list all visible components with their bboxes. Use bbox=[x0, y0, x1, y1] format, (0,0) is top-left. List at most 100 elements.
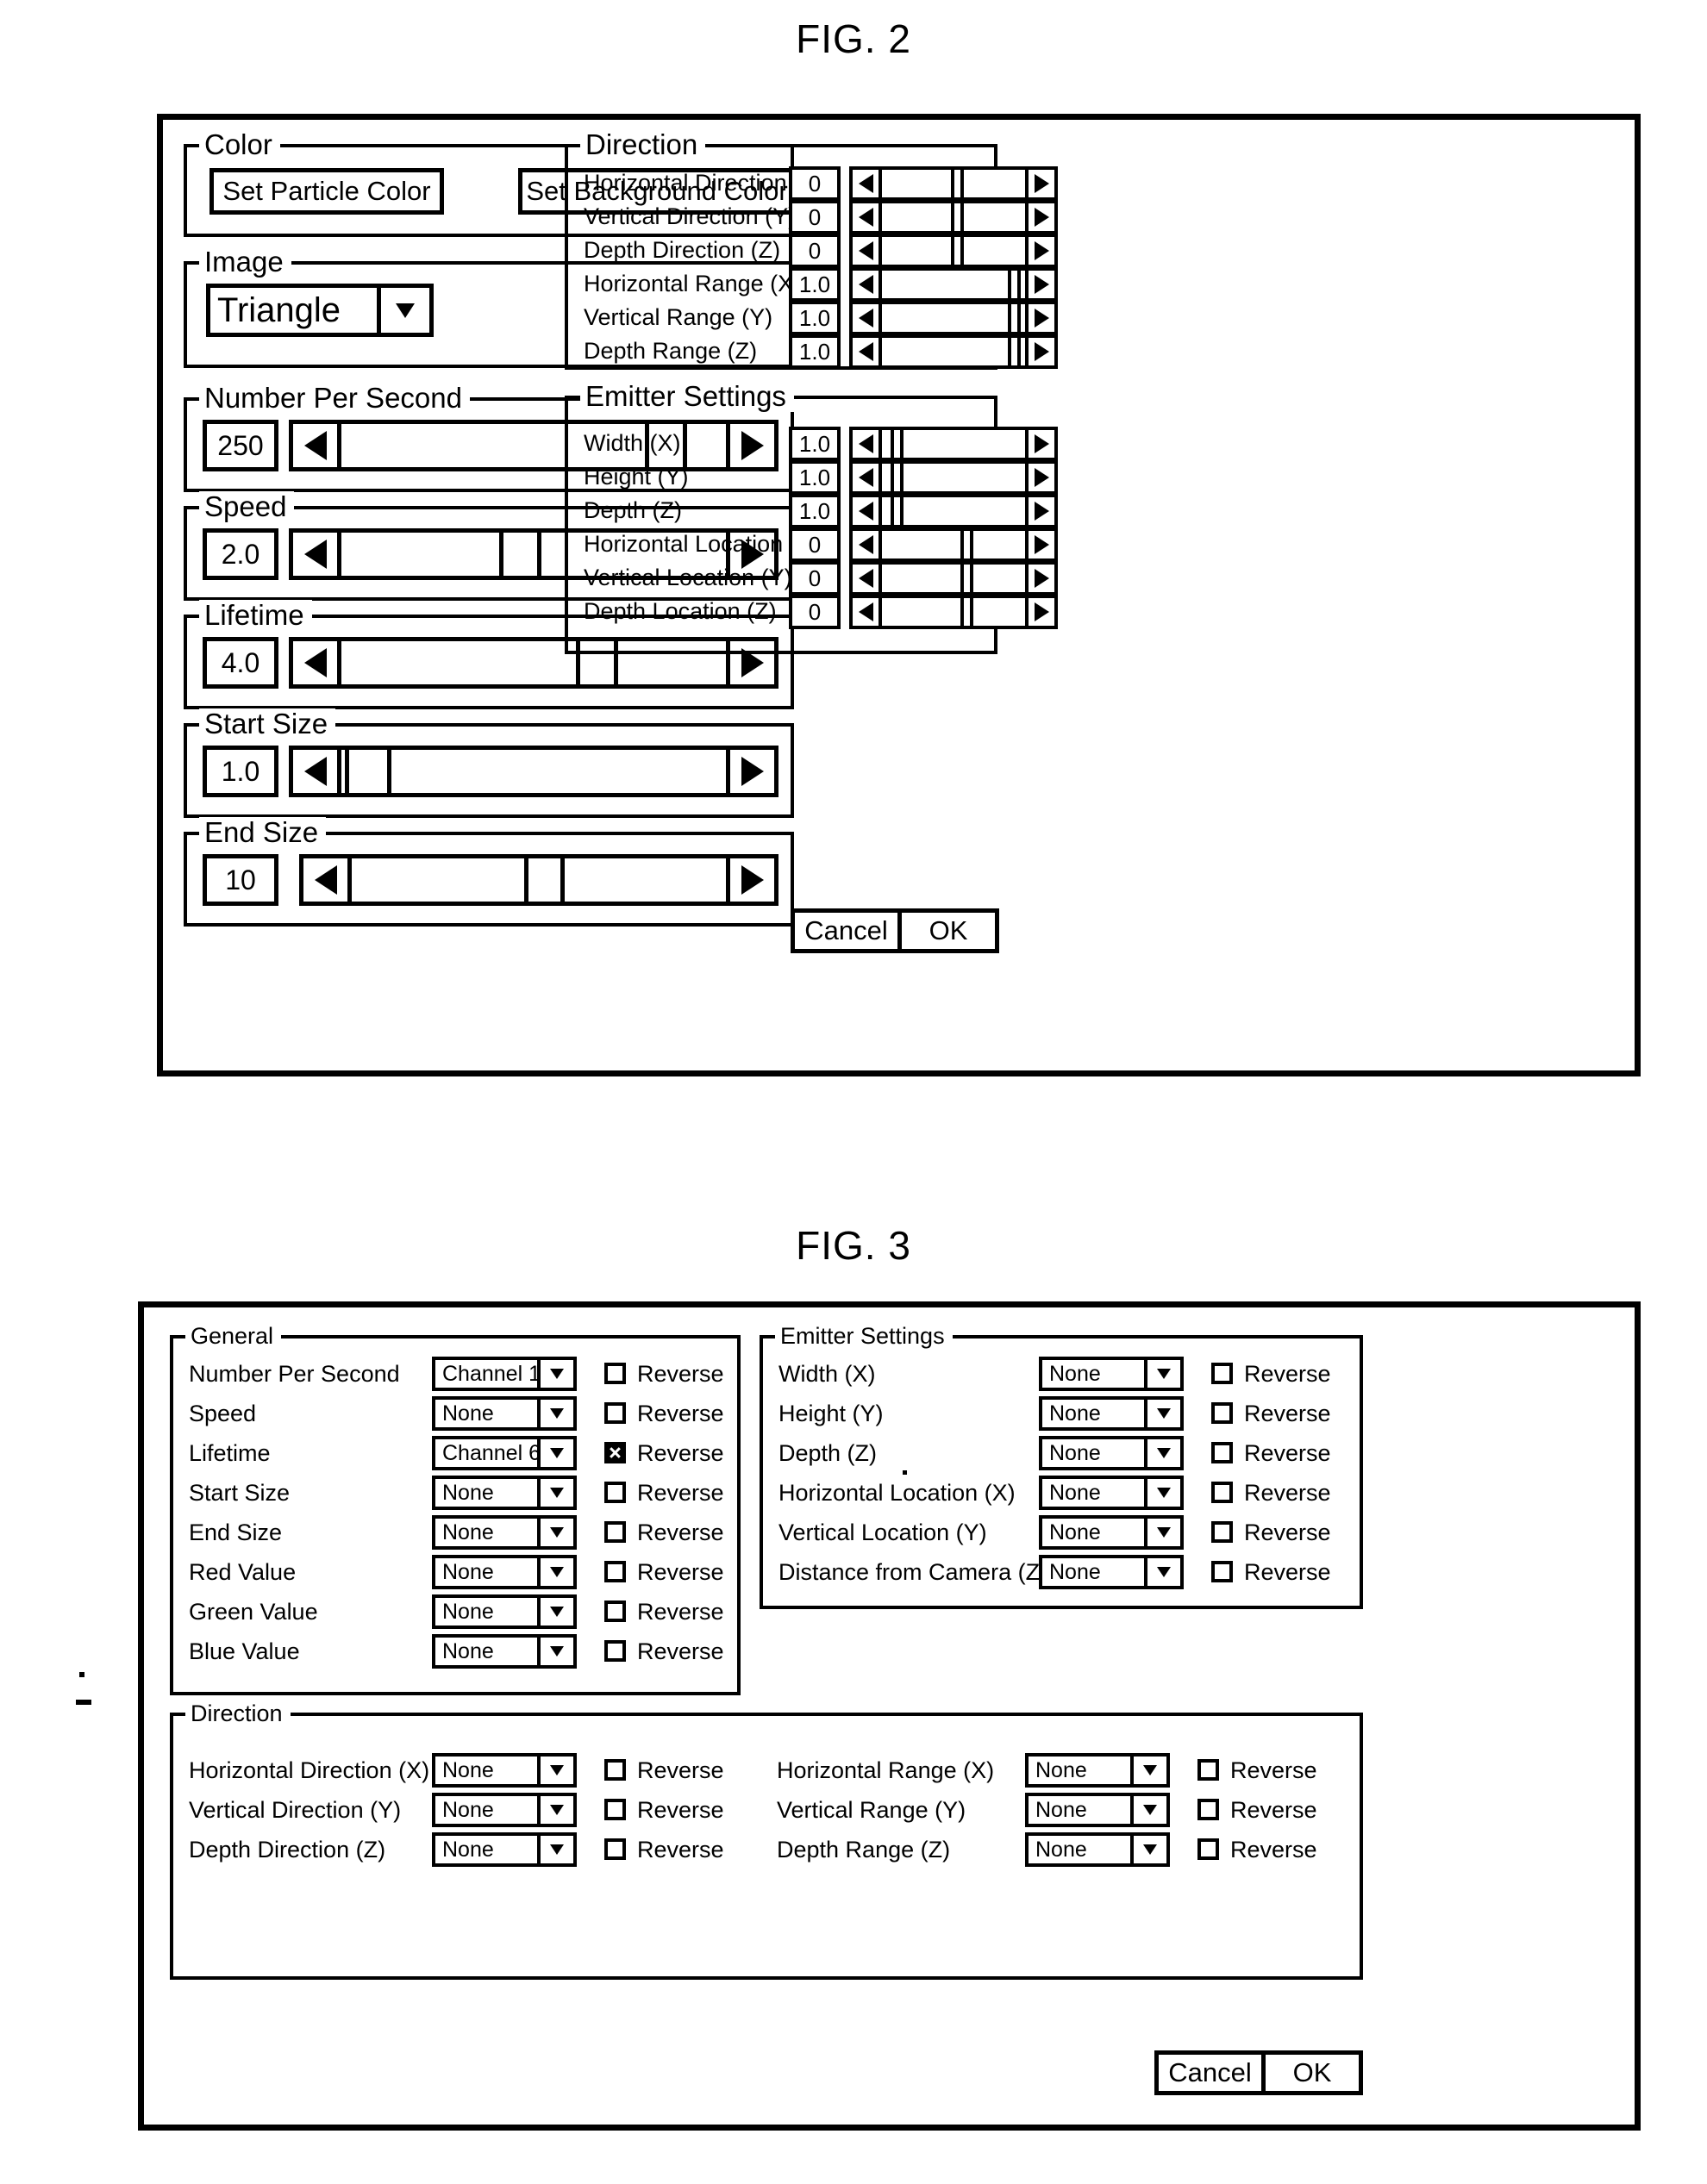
chevron-down-icon[interactable] bbox=[537, 1757, 573, 1784]
channel-combobox[interactable]: None bbox=[432, 1793, 577, 1827]
chevron-down-icon[interactable] bbox=[1144, 1519, 1180, 1546]
slider-left-arrow-icon[interactable] bbox=[853, 598, 882, 626]
cancel-button[interactable]: Cancel bbox=[791, 908, 897, 953]
slider-track[interactable] bbox=[882, 304, 1025, 332]
chevron-down-icon[interactable] bbox=[537, 1360, 573, 1388]
slider-track[interactable] bbox=[882, 430, 1025, 458]
slider-thumb[interactable] bbox=[890, 430, 904, 458]
ok-button[interactable]: OK bbox=[1261, 2050, 1363, 2095]
row-value-box[interactable]: 0 bbox=[789, 166, 841, 201]
slider-track[interactable] bbox=[882, 271, 1025, 298]
slider-track[interactable] bbox=[882, 565, 1025, 592]
slider-right-arrow-icon[interactable] bbox=[1025, 170, 1054, 197]
slider-left-arrow-icon[interactable] bbox=[853, 304, 882, 332]
slider-right-arrow-icon[interactable] bbox=[1025, 271, 1054, 298]
channel-combobox[interactable]: None bbox=[1025, 1793, 1170, 1827]
row-value-box[interactable]: 0 bbox=[789, 595, 841, 629]
slider-right-arrow-icon[interactable] bbox=[1025, 464, 1054, 491]
row-slider[interactable] bbox=[849, 494, 1058, 528]
reverse-checkbox[interactable] bbox=[604, 1482, 626, 1503]
end-size-slider[interactable] bbox=[299, 854, 778, 906]
channel-combobox[interactable]: None bbox=[432, 1396, 577, 1431]
slider-right-arrow-icon[interactable] bbox=[726, 750, 774, 793]
channel-combobox[interactable]: Channel 1 bbox=[432, 1357, 577, 1391]
cancel-button[interactable]: Cancel bbox=[1154, 2050, 1261, 2095]
row-slider[interactable] bbox=[849, 460, 1058, 495]
chevron-down-icon[interactable] bbox=[537, 1479, 573, 1507]
reverse-checkbox[interactable] bbox=[604, 1799, 626, 1820]
triangle-down-icon[interactable] bbox=[377, 288, 429, 333]
row-slider[interactable] bbox=[849, 427, 1058, 461]
slider-right-arrow-icon[interactable] bbox=[1025, 430, 1054, 458]
slider-track[interactable] bbox=[882, 237, 1025, 265]
slider-thumb[interactable] bbox=[345, 750, 391, 793]
row-value-box[interactable]: 0 bbox=[789, 527, 841, 562]
row-value-box[interactable]: 1.0 bbox=[789, 301, 841, 335]
reverse-checkbox[interactable] bbox=[1197, 1838, 1219, 1860]
slider-left-arrow-icon[interactable] bbox=[853, 464, 882, 491]
chevron-down-icon[interactable] bbox=[537, 1519, 573, 1546]
reverse-checkbox[interactable] bbox=[604, 1442, 626, 1463]
row-slider[interactable] bbox=[849, 561, 1058, 596]
slider-thumb[interactable] bbox=[890, 497, 904, 525]
row-value-box[interactable]: 0 bbox=[789, 200, 841, 234]
slider-left-arrow-icon[interactable] bbox=[853, 430, 882, 458]
reverse-checkbox[interactable] bbox=[604, 1759, 626, 1781]
chevron-down-icon[interactable] bbox=[537, 1400, 573, 1427]
channel-combobox[interactable]: None bbox=[1025, 1832, 1170, 1867]
slider-left-arrow-icon[interactable] bbox=[293, 424, 341, 467]
slider-left-arrow-icon[interactable] bbox=[853, 237, 882, 265]
slider-thumb[interactable] bbox=[950, 237, 964, 265]
channel-combobox[interactable]: None bbox=[432, 1476, 577, 1510]
channel-combobox[interactable]: None bbox=[1039, 1396, 1184, 1431]
slider-left-arrow-icon[interactable] bbox=[853, 338, 882, 365]
chevron-down-icon[interactable] bbox=[1144, 1439, 1180, 1467]
channel-combobox[interactable]: None bbox=[432, 1832, 577, 1867]
reverse-checkbox[interactable] bbox=[1211, 1561, 1233, 1582]
row-slider[interactable] bbox=[849, 527, 1058, 562]
row-value-box[interactable]: 1.0 bbox=[789, 334, 841, 369]
reverse-checkbox[interactable] bbox=[1211, 1363, 1233, 1384]
image-shape-combobox[interactable]: Triangle bbox=[206, 284, 434, 337]
slider-left-arrow-icon[interactable] bbox=[293, 533, 341, 576]
channel-combobox[interactable]: Channel 6 bbox=[432, 1436, 577, 1470]
channel-combobox[interactable]: None bbox=[432, 1753, 577, 1788]
channel-combobox[interactable]: None bbox=[432, 1594, 577, 1629]
set-particle-color-button[interactable]: Set Particle Color bbox=[209, 168, 444, 215]
chevron-down-icon[interactable] bbox=[1144, 1558, 1180, 1586]
slider-right-arrow-icon[interactable] bbox=[1025, 203, 1054, 231]
lifetime-value[interactable]: 4.0 bbox=[203, 637, 278, 689]
reverse-checkbox[interactable] bbox=[604, 1640, 626, 1662]
slider-right-arrow-icon[interactable] bbox=[726, 858, 774, 902]
reverse-checkbox[interactable] bbox=[1197, 1799, 1219, 1820]
slider-right-arrow-icon[interactable] bbox=[1025, 565, 1054, 592]
chevron-down-icon[interactable] bbox=[537, 1638, 573, 1665]
slider-left-arrow-icon[interactable] bbox=[293, 641, 341, 684]
slider-right-arrow-icon[interactable] bbox=[1025, 531, 1054, 558]
reverse-checkbox[interactable] bbox=[604, 1521, 626, 1543]
number-per-second-value[interactable]: 250 bbox=[203, 420, 278, 471]
channel-combobox[interactable]: None bbox=[432, 1515, 577, 1550]
slider-left-arrow-icon[interactable] bbox=[853, 565, 882, 592]
reverse-checkbox[interactable] bbox=[604, 1402, 626, 1424]
reverse-checkbox[interactable] bbox=[1211, 1521, 1233, 1543]
ok-button[interactable]: OK bbox=[897, 908, 999, 953]
slider-right-arrow-icon[interactable] bbox=[1025, 497, 1054, 525]
chevron-down-icon[interactable] bbox=[537, 1558, 573, 1586]
slider-left-arrow-icon[interactable] bbox=[853, 203, 882, 231]
chevron-down-icon[interactable] bbox=[1130, 1836, 1166, 1863]
slider-track[interactable] bbox=[882, 464, 1025, 491]
slider-track[interactable] bbox=[882, 203, 1025, 231]
slider-thumb[interactable] bbox=[960, 565, 974, 592]
slider-track[interactable] bbox=[882, 598, 1025, 626]
row-value-box[interactable]: 0 bbox=[789, 234, 841, 268]
channel-combobox[interactable]: None bbox=[1039, 1555, 1184, 1589]
slider-track[interactable] bbox=[882, 497, 1025, 525]
row-slider[interactable] bbox=[849, 267, 1058, 302]
start-size-value[interactable]: 1.0 bbox=[203, 746, 278, 797]
slider-right-arrow-icon[interactable] bbox=[1025, 237, 1054, 265]
slider-thumb[interactable] bbox=[1008, 304, 1022, 332]
slider-left-arrow-icon[interactable] bbox=[853, 271, 882, 298]
slider-left-arrow-icon[interactable] bbox=[293, 750, 341, 793]
slider-track[interactable] bbox=[882, 531, 1025, 558]
